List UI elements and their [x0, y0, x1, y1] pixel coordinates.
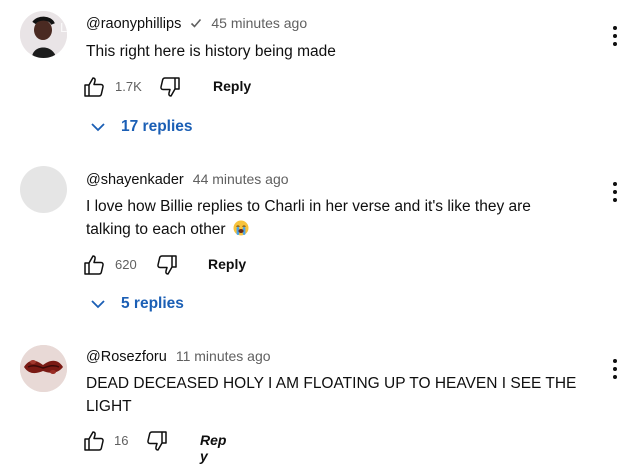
comment-text-content: I love how Billie replies to Charli in h…: [86, 198, 531, 238]
reply-button[interactable]: Reply: [208, 256, 246, 272]
comment-time[interactable]: 11 minutes ago: [176, 348, 271, 364]
thumb-up-icon[interactable]: [82, 429, 106, 453]
like-count: 16: [114, 433, 129, 448]
comment-time[interactable]: 45 minutes ago: [211, 15, 307, 31]
loudly-crying-face-icon: [233, 220, 249, 236]
reply-button[interactable]: Rep y: [200, 432, 226, 464]
thumb-up-icon[interactable]: [82, 75, 106, 99]
comment-header: @Rosezforu 11 minutes ago: [86, 347, 271, 366]
more-vert-icon[interactable]: [610, 359, 620, 381]
like-count: 1.7K: [115, 79, 142, 94]
thumb-up-icon[interactable]: [82, 253, 106, 277]
thumb-down-icon[interactable]: [145, 429, 169, 453]
thumb-down-icon[interactable]: [158, 75, 182, 99]
more-vert-icon[interactable]: [610, 26, 620, 48]
more-vert-icon[interactable]: [610, 182, 620, 204]
comment-text: This right here is history being made: [86, 43, 336, 60]
comment-time[interactable]: 44 minutes ago: [193, 171, 289, 187]
comment-author[interactable]: @raonyphillips: [86, 16, 181, 32]
chevron-down-icon: [91, 300, 105, 309]
replies-count: 5 replies: [121, 295, 184, 312]
verified-check-icon: [191, 18, 202, 28]
reply-button[interactable]: Reply: [213, 78, 251, 94]
avatar-overlay-text: Like: [60, 20, 85, 35]
comment-header: @shayenkader 44 minutes ago: [86, 170, 289, 189]
chevron-down-icon: [91, 123, 105, 132]
comment-header: @raonyphillips 45 minutes ago: [86, 14, 307, 33]
replies-count: 17 replies: [121, 118, 193, 135]
avatar[interactable]: [20, 166, 67, 213]
comment-text: DEAD DECEASED HOLY I AM FLOATING UP TO H…: [86, 375, 577, 415]
avatar-photo: [20, 345, 67, 392]
comment-text: I love how Billie replies to Charli in h…: [86, 195, 571, 241]
thumb-down-icon[interactable]: [155, 253, 179, 277]
comment-author[interactable]: @Rosezforu: [86, 349, 167, 365]
comment-author[interactable]: @shayenkader: [86, 172, 184, 188]
avatar[interactable]: [20, 345, 67, 392]
like-count: 620: [115, 257, 137, 272]
